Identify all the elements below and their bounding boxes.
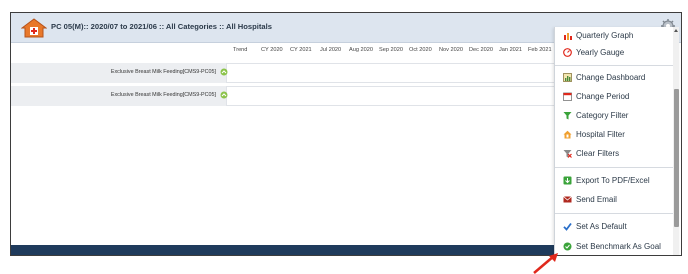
gauge-icon [563,47,572,57]
column-header-jul2020: Jul 2020 [320,47,342,53]
menu-divider [555,167,673,168]
context-menu: Quarterly Graph Yearly Gauge Change Dash… [554,27,679,255]
row-label[interactable]: Exclusive Breast Milk Feeding[CMS9-PC05] [101,69,216,75]
trend-icon[interactable] [220,91,228,99]
column-header-oct2020: Oct 2020 [409,47,432,53]
menu-item-label: Category Filter [576,110,629,120]
calendar-icon [563,92,572,101]
hospital-icon [563,130,572,138]
menu-item-send-email[interactable]: Send Email [563,192,617,206]
menu-item-label: Set As Default [576,221,627,231]
benchmark-icon [563,242,572,250]
dashboard-icon [563,72,572,82]
menu-item-change-dashboard[interactable]: Change Dashboard [563,70,645,84]
column-header-trend: Trend [233,47,248,53]
menu-item-label: Quarterly Graph [576,30,634,40]
email-icon [563,195,572,202]
column-header-aug2020: Aug 2020 [349,47,373,53]
column-header-cy2021: CY 2021 [290,47,312,53]
column-header-nov2020: Nov 2020 [439,47,463,53]
menu-item-label: Change Period [576,91,630,101]
column-header-jan2021: Jan 2021 [499,47,523,53]
column-header-feb2021: Feb 2021 [528,47,552,53]
trend-icon[interactable] [220,68,228,76]
row-data-cell [226,86,559,106]
menu-item-export[interactable]: Export To PDF/Excel [563,173,650,187]
menu-item-clear-filters[interactable]: Clear Filters [563,146,619,160]
menu-item-yearly-gauge[interactable]: Yearly Gauge [563,45,624,59]
report-window: PC 05(M):: 2020/07 to 2021/06 :: All Cat… [10,12,682,256]
menu-scrollbar[interactable] [673,27,679,255]
menu-item-label: Yearly Gauge [576,47,625,57]
menu-item-change-period[interactable]: Change Period [563,89,629,103]
footer-bar [11,245,559,255]
menu-item-set-as-default[interactable]: Set As Default [563,219,627,233]
column-header-dec2020: Dec 2020 [469,47,493,53]
menu-item-label: Clear Filters [576,148,620,158]
menu-item-label: Change Dashboard [576,72,646,82]
bar-chart-icon [564,32,572,40]
menu-divider [555,65,673,66]
table-row [11,86,559,106]
scroll-up-icon[interactable] [674,29,678,32]
hospital-icon [21,18,47,38]
menu-item-label: Send Email [576,194,617,204]
column-header-cy2020: CY 2020 [261,47,283,53]
scrollbar-thumb[interactable] [674,89,679,227]
menu-item-category-filter[interactable]: Category Filter [563,108,628,122]
export-icon [563,176,572,184]
column-header-sep2020: Sep 2020 [379,47,403,53]
clear-filter-icon [563,149,572,158]
menu-item-set-benchmark-as-goal[interactable]: Set Benchmark As Goal [563,239,661,253]
row-data-cell [226,63,559,83]
red-arrow-annotation [533,253,558,274]
menu-item-label: Export To PDF/Excel [576,175,650,185]
checkmark-icon [563,222,572,231]
menu-item-hospital-filter[interactable]: Hospital Filter [563,127,625,141]
menu-divider [555,213,673,214]
filter-icon [563,111,572,119]
row-label[interactable]: Exclusive Breast Milk Feeding[CMS9-PC05] [101,92,216,98]
table-row [11,63,559,83]
menu-item-quarterly-graph[interactable]: Quarterly Graph [563,28,633,42]
report-title: PC 05(M):: 2020/07 to 2021/06 :: All Cat… [51,22,272,31]
menu-item-label: Hospital Filter [576,129,625,139]
menu-item-label: Set Benchmark As Goal [576,241,661,251]
